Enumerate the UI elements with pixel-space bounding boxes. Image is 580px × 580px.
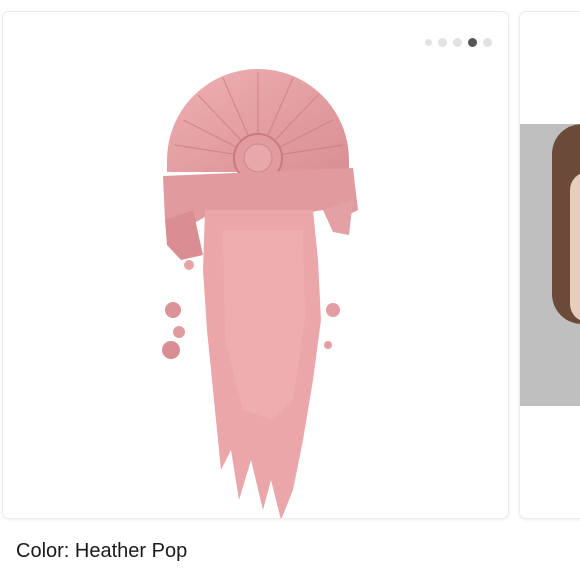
carousel-pagination xyxy=(425,38,492,47)
blush-swatch-image xyxy=(162,69,358,518)
carousel-slide-main[interactable] xyxy=(3,12,508,518)
carousel-dot-3[interactable] xyxy=(453,38,462,47)
color-caption: Color: Heather Pop xyxy=(16,540,188,562)
model-face xyxy=(570,172,580,322)
carousel-dot-5[interactable] xyxy=(483,38,492,47)
carousel-slide-next[interactable] xyxy=(520,12,580,518)
carousel-dot-2[interactable] xyxy=(438,38,447,47)
carousel-dot-1[interactable] xyxy=(425,39,432,46)
product-image-carousel[interactable] xyxy=(0,0,580,530)
carousel-dot-4-active[interactable] xyxy=(468,38,477,47)
